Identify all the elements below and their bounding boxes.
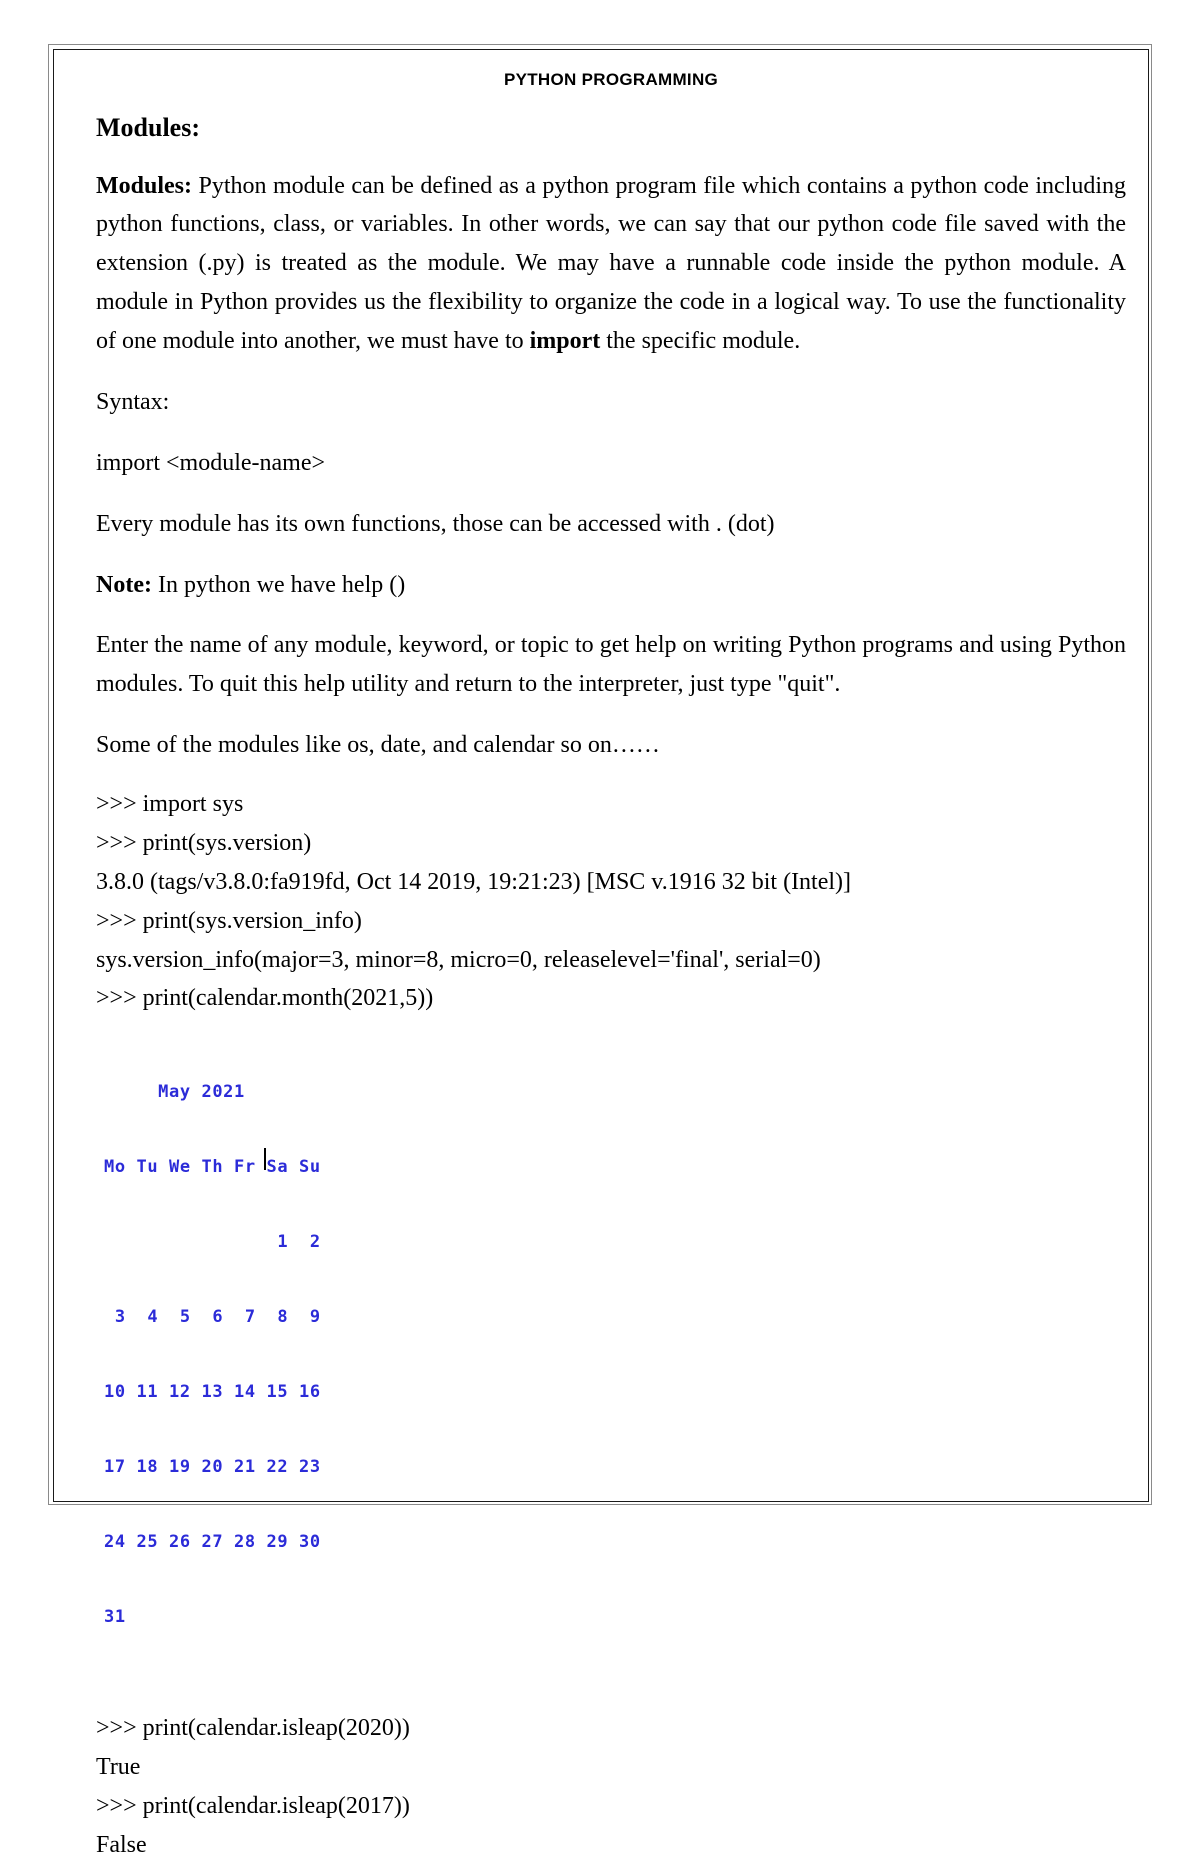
repl-transcript: >>> import sys >>> print(sys.version) 3.…: [96, 785, 1126, 1864]
calendar-output-block: May 2021 Mo Tu We Th Fr Sa Su 1 2 3 4 5 …: [104, 1030, 1126, 1705]
paragraph-note: Note: In python we have help (): [96, 566, 1126, 605]
modules-definition-text-1: Python module can be defined as a python…: [96, 172, 1126, 355]
note-label: Note:: [96, 571, 152, 598]
dot-access-note: Every module has its own functions, thos…: [96, 510, 775, 537]
modules-label: Modules:: [96, 172, 192, 199]
note-body: In python we have help (): [151, 571, 406, 598]
calendar-week-6: 31: [104, 1607, 126, 1627]
repl-line-import-sys: >>> import sys: [96, 791, 244, 817]
page-title: Modules:: [96, 113, 200, 142]
running-header: PYTHON PROGRAMMING: [503, 70, 719, 89]
page-inner-border: PYTHON PROGRAMMING Modules: Modules: Pyt…: [53, 49, 1149, 1858]
paragraph-help-utility: Enter the name of any module, keyword, o…: [96, 632, 1126, 698]
calendar-week-1: 1 2: [104, 1232, 321, 1253]
syntax-label: Syntax:: [96, 388, 170, 415]
calendar-week-3: 10 11 12 13 14 15 16: [104, 1382, 321, 1403]
document-content: PYTHON PROGRAMMING Modules: Modules: Pyt…: [96, 58, 1126, 1864]
repl-line-calendar-month: >>> print(calendar.month(2021,5)): [96, 985, 434, 1012]
text-cursor-caret: [264, 1148, 266, 1171]
calendar-week-4: 17 18 19 20 21 22 23: [104, 1457, 321, 1478]
page-frame: PYTHON PROGRAMMING Modules: Modules: Pyt…: [48, 44, 1152, 1858]
paragraph-some-modules: Some of the modules like os, date, and c…: [96, 732, 660, 759]
repl-output-false: False: [96, 1831, 147, 1858]
calendar-title: May 2021: [104, 1082, 245, 1103]
repl-output-version: 3.8.0 (tags/v3.8.0:fa919fd, Oct 14 2019,…: [96, 868, 852, 895]
paragraph-modules-definition: Modules: Python module can be defined as…: [96, 167, 1126, 361]
repl-line-print-version: >>> print(sys.version): [96, 829, 312, 856]
repl-line-isleap-2020: >>> print(calendar.isleap(2020)): [96, 1714, 410, 1741]
calendar-week-5: 24 25 26 27 28 29 30: [104, 1532, 321, 1553]
calendar-weekdays: Mo Tu We Th Fr Sa Su: [104, 1157, 321, 1178]
repl-output-version-info: sys.version_info(major=3, minor=8, micro…: [96, 946, 821, 973]
repl-output-true: True: [96, 1753, 141, 1780]
import-keyword: import: [529, 328, 601, 354]
repl-line-isleap-2017: >>> print(calendar.isleap(2017)): [96, 1792, 410, 1819]
syntax-code: import <module-name>: [96, 449, 326, 476]
modules-definition-text-2: the specific module.: [600, 328, 801, 354]
calendar-week-2: 3 4 5 6 7 8 9: [104, 1307, 321, 1328]
repl-line-print-version-info: >>> print(sys.version_info): [96, 907, 362, 934]
